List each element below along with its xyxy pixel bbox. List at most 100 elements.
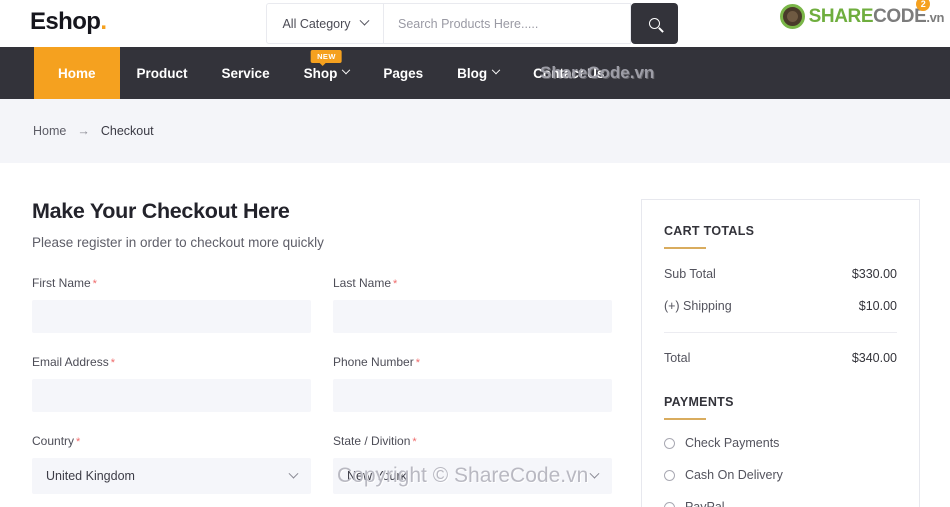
cart-row-total-amount: $340.00: [851, 351, 897, 365]
field-group-first-name: First Name *: [32, 276, 311, 333]
email-label: Email Address *: [32, 355, 311, 369]
phone-label: Phone Number *: [333, 355, 612, 369]
category-select-label: All Category: [282, 16, 351, 31]
nav-item-shop-label: Shop: [303, 65, 338, 81]
form-row-location: Country * United Kingdom State / Divition…: [32, 434, 617, 494]
cart-divider: [663, 332, 897, 333]
breadcrumb-separator-icon: →: [77, 124, 90, 138]
field-group-phone: Phone Number *: [333, 355, 612, 412]
last-name-label: Last Name *: [333, 276, 612, 290]
nav-item-home-label: Home: [58, 65, 96, 81]
email-input[interactable]: [32, 379, 311, 412]
new-badge: NEW: [311, 50, 342, 66]
breadcrumb: Home → Checkout: [0, 99, 950, 163]
payment-option-paypal[interactable]: PayPal: [663, 500, 897, 507]
form-row-name: First Name * Last Name *: [32, 276, 617, 333]
cart-totals-panel: CART TOTALS Sub Total $330.00 (+) Shippi…: [640, 199, 920, 507]
cart-row-total-label: Total: [663, 351, 691, 365]
state-select[interactable]: New Yourk: [333, 458, 612, 494]
nav-item-contact-us[interactable]: Contact Us: [516, 47, 621, 99]
breadcrumb-current: Checkout: [100, 124, 154, 138]
nav-item-contact-us-label: Contact Us: [533, 65, 605, 81]
brand-logo[interactable]: Eshop.: [30, 8, 107, 36]
nav-item-product[interactable]: Product: [120, 47, 205, 99]
site-header: Eshop. All Category SHARECODE.vn 2: [0, 0, 950, 47]
sharecode-logo: SHARECODE.vn 2: [779, 0, 944, 29]
field-group-email: Email Address *: [32, 355, 311, 412]
country-label: Country *: [32, 434, 311, 448]
payment-option-cash-on-delivery-label: Cash On Delivery: [684, 468, 783, 482]
page-subtitle: Please register in order to checkout mor…: [32, 235, 324, 250]
payment-option-cash-on-delivery[interactable]: Cash On Delivery: [663, 468, 897, 482]
field-group-country: Country * United Kingdom: [32, 434, 311, 494]
chevron-down-icon: [491, 65, 501, 75]
search-input[interactable]: [384, 3, 631, 44]
payment-option-paypal-label: PayPal: [684, 500, 725, 507]
country-label-text: Country: [32, 434, 75, 448]
email-label-text: Email Address: [32, 355, 109, 369]
country-select-value: United Kingdom: [46, 469, 135, 483]
last-name-label-text: Last Name: [333, 276, 392, 290]
sharecode-wordmark: SHARECODE.vn 2: [808, 0, 944, 28]
field-group-state: State / Divition * New Yourk: [333, 434, 612, 494]
chevron-down-icon: [288, 468, 299, 479]
nav-item-shop[interactable]: NEW Shop: [287, 47, 367, 99]
country-select[interactable]: United Kingdom: [32, 458, 311, 494]
required-marker: *: [92, 278, 97, 290]
payment-option-check-payments[interactable]: Check Payments: [663, 436, 897, 450]
nav-item-blog[interactable]: Blog: [440, 47, 516, 99]
breadcrumb-home[interactable]: Home: [33, 124, 66, 138]
search-button[interactable]: [631, 3, 678, 44]
cart-row-subtotal-label: Sub Total: [663, 267, 716, 281]
nav-item-home[interactable]: Home: [34, 47, 120, 99]
cart-row-subtotal-amount: $330.00: [851, 267, 897, 281]
recycle-icon: [779, 4, 805, 29]
nav-item-pages-label: Pages: [383, 65, 424, 81]
required-marker: *: [393, 278, 398, 290]
search-bar: All Category: [266, 3, 678, 44]
nav-item-product-label: Product: [136, 65, 188, 81]
page-title: Make Your Checkout Here: [32, 199, 290, 223]
sharecode-share-text: SHARE: [808, 5, 874, 27]
notification-badge: 2: [916, 0, 930, 11]
checkout-form-column: Make Your Checkout Here Please register …: [32, 199, 617, 507]
state-label: State / Divition *: [333, 434, 612, 448]
required-marker: *: [412, 436, 417, 448]
chevron-down-icon: [359, 15, 369, 26]
nav-item-service-label: Service: [221, 65, 270, 81]
radio-icon[interactable]: [663, 469, 675, 481]
cart-row-subtotal: Sub Total $330.00: [664, 267, 897, 281]
title-underline: [663, 418, 706, 420]
cart-row-shipping: (+) Shipping $10.00: [664, 299, 897, 313]
state-select-value: New Yourk: [347, 469, 407, 483]
category-select[interactable]: All Category: [266, 3, 384, 44]
checkout-form: First Name* Last Name* Email Address*: [32, 276, 617, 494]
brand-name: Eshop: [30, 8, 101, 35]
checkout-sidebar: CART TOTALS Sub Total $330.00 (+) Shippi…: [640, 199, 920, 507]
nav-item-blog-label: Blog: [457, 65, 488, 81]
main-content: Make Your Checkout Here Please register …: [0, 163, 950, 507]
radio-icon[interactable]: [663, 501, 675, 507]
first-name-input[interactable]: [32, 300, 311, 333]
title-underline: [663, 247, 706, 249]
state-label-text: State / Divition: [333, 434, 411, 448]
cart-row-shipping-amount: $10.00: [858, 299, 897, 313]
main-navigation: Home Product Service NEW Shop Pages Blog…: [0, 47, 950, 99]
phone-label-text: Phone Number: [333, 355, 414, 369]
first-name-label: First Name *: [32, 276, 311, 290]
nav-item-pages[interactable]: Pages: [366, 47, 440, 99]
last-name-input[interactable]: [333, 300, 612, 333]
payments-header: PAYMENTS: [663, 395, 897, 420]
payment-option-check-payments-label: Check Payments: [684, 436, 780, 450]
payments-title: PAYMENTS: [663, 395, 734, 409]
cart-row-total: Total $340.00: [664, 351, 897, 365]
nav-item-service[interactable]: Service: [205, 47, 287, 99]
search-icon: [649, 18, 660, 29]
required-marker: *: [415, 357, 420, 369]
cart-row-shipping-label: (+) Shipping: [663, 299, 732, 313]
radio-icon[interactable]: [663, 437, 675, 449]
required-marker: *: [110, 357, 115, 369]
phone-input[interactable]: [333, 379, 612, 412]
chevron-down-icon: [342, 65, 351, 75]
required-marker: *: [76, 436, 81, 448]
